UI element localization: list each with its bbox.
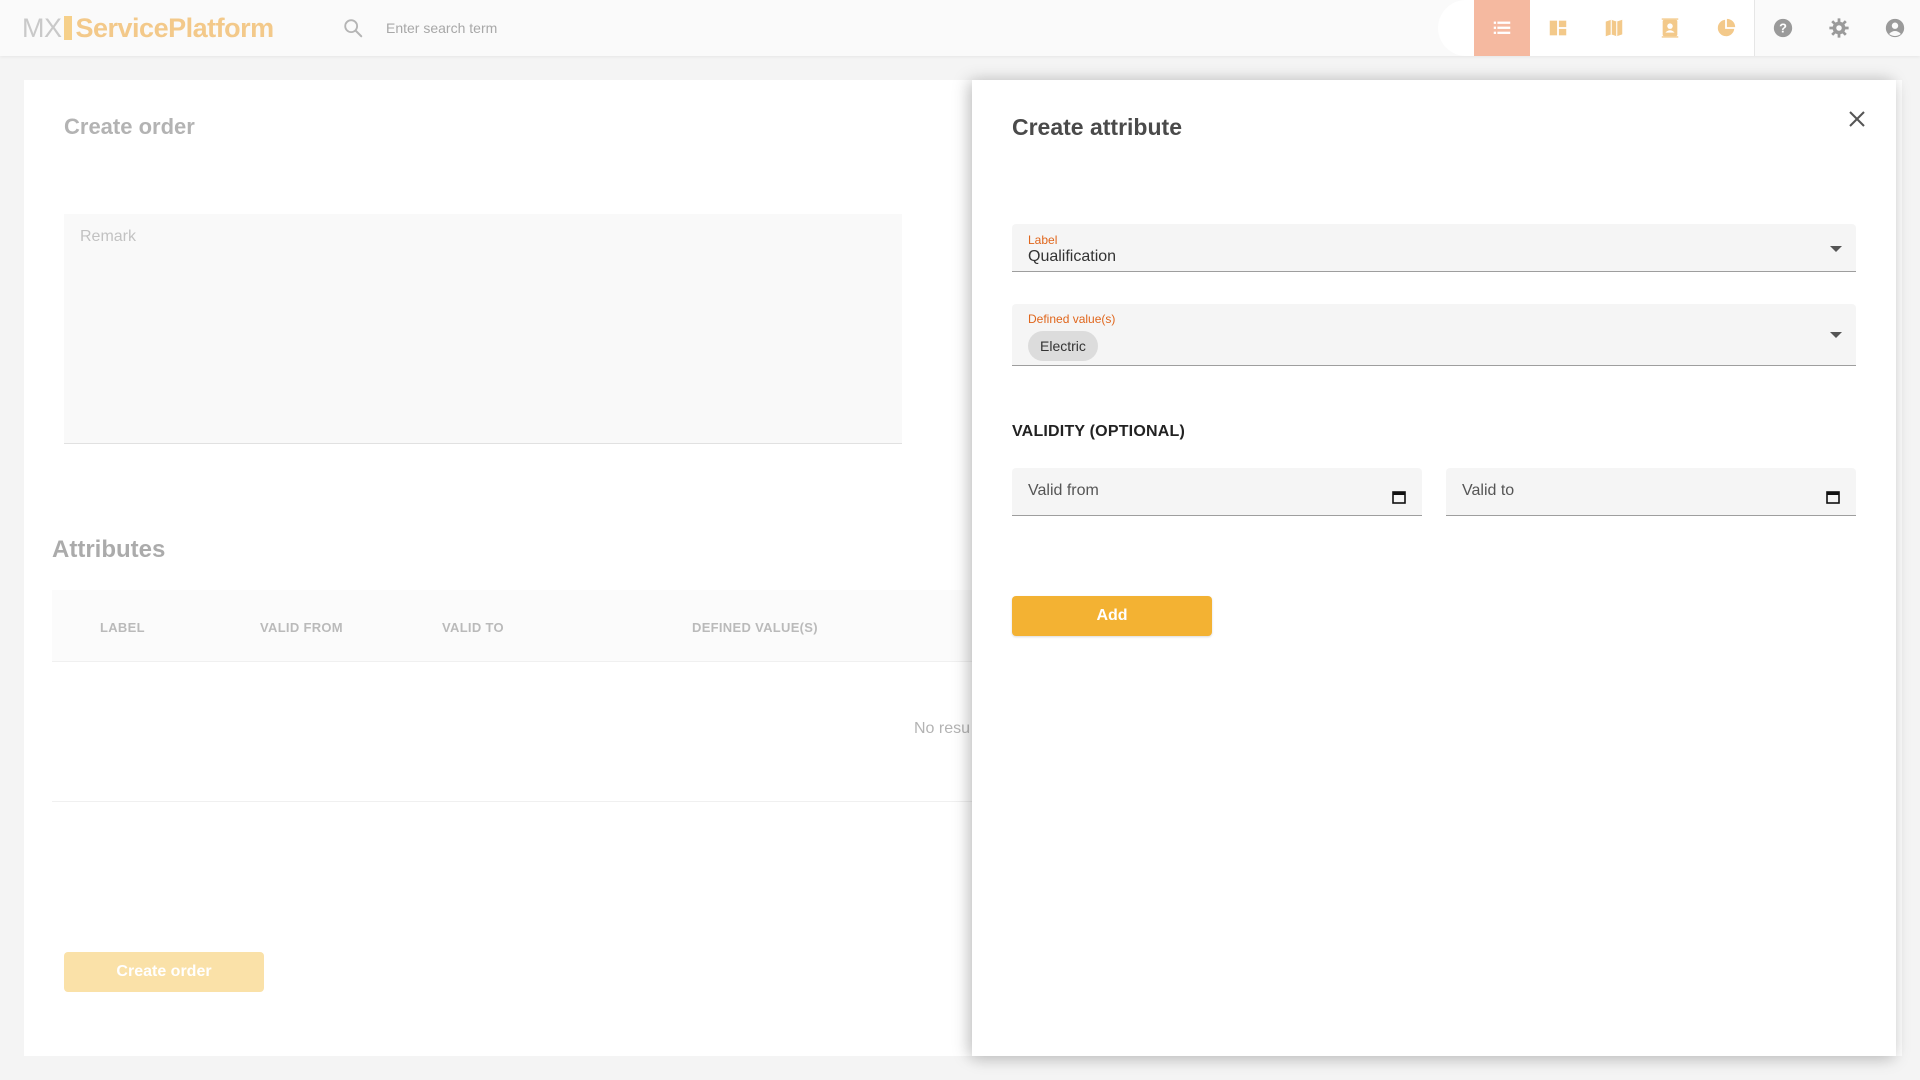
create-attribute-dialog: Create attribute Label Qualification Def… <box>972 80 1896 1056</box>
value-chip-electric[interactable]: Electric <box>1028 331 1098 361</box>
help-icon: ? <box>1773 18 1793 38</box>
create-order-button[interactable]: Create order <box>64 952 264 992</box>
column-header-label[interactable]: LABEL <box>100 620 145 635</box>
settings-button[interactable] <box>1811 0 1867 56</box>
search-icon[interactable] <box>342 17 364 39</box>
nav-contacts-button[interactable] <box>1642 0 1698 56</box>
dialog-title: Create attribute <box>1012 114 1182 140</box>
calendar-icon[interactable] <box>1826 490 1840 504</box>
contacts-icon <box>1661 18 1679 38</box>
logo-name: ServicePlatform <box>75 12 275 43</box>
dashboard-icon <box>1549 20 1567 36</box>
map-icon <box>1605 19 1623 37</box>
valid-from-input[interactable]: Valid from <box>1012 468 1422 516</box>
nav-orders-button[interactable] <box>1474 0 1530 56</box>
close-icon <box>1849 111 1865 127</box>
remark-label: Remark <box>80 228 137 245</box>
close-button[interactable] <box>1842 104 1872 134</box>
defined-values-label: Defined value(s) <box>1028 312 1116 326</box>
remark-textarea[interactable]: Remark <box>64 214 902 444</box>
valid-to-label: Valid to <box>1462 482 1515 499</box>
calendar-icon[interactable] <box>1392 490 1406 504</box>
label-select-label: Label <box>1028 233 1058 247</box>
no-results-text: No resu <box>914 720 971 737</box>
help-button[interactable]: ? <box>1755 0 1811 56</box>
label-select[interactable]: Label Qualification <box>1012 224 1856 272</box>
defined-values-select[interactable]: Defined value(s) Electric <box>1012 304 1856 366</box>
logo-divider <box>63 16 72 40</box>
search-input[interactable] <box>386 16 706 40</box>
top-bar: MX ServicePlatform Enter search term ? <box>0 0 1920 56</box>
nav-map-button[interactable] <box>1586 0 1642 56</box>
column-header-valid-to[interactable]: VALID TO <box>442 620 504 635</box>
valid-from-label: Valid from <box>1028 482 1099 499</box>
chevron-down-icon <box>1830 332 1842 338</box>
page-title: Create order <box>64 114 195 139</box>
pie-chart-icon <box>1717 18 1736 37</box>
logo-mx: MX <box>22 12 62 43</box>
main-nav: ? <box>1438 0 1920 56</box>
attributes-title: Attributes <box>52 536 166 563</box>
add-button[interactable]: Add <box>1012 596 1212 636</box>
app-logo[interactable]: MX ServicePlatform <box>22 10 274 46</box>
account-button[interactable] <box>1867 0 1920 56</box>
label-select-value: Qualification <box>1028 248 1117 265</box>
valid-to-input[interactable]: Valid to <box>1446 468 1856 516</box>
validity-section-title: VALIDITY (OPTIONAL) <box>1012 423 1185 440</box>
svg-text:?: ? <box>1779 21 1787 36</box>
nav-dashboard-button[interactable] <box>1530 0 1586 56</box>
list-icon <box>1493 21 1511 34</box>
nav-pill-cap <box>1438 0 1474 56</box>
nav-reports-button[interactable] <box>1698 0 1754 56</box>
column-header-defined-values[interactable]: DEFINED VALUE(S) <box>692 620 818 635</box>
column-header-valid-from[interactable]: VALID FROM <box>260 620 343 635</box>
account-icon <box>1885 18 1905 38</box>
chevron-down-icon <box>1830 246 1842 252</box>
gear-icon <box>1829 18 1849 38</box>
